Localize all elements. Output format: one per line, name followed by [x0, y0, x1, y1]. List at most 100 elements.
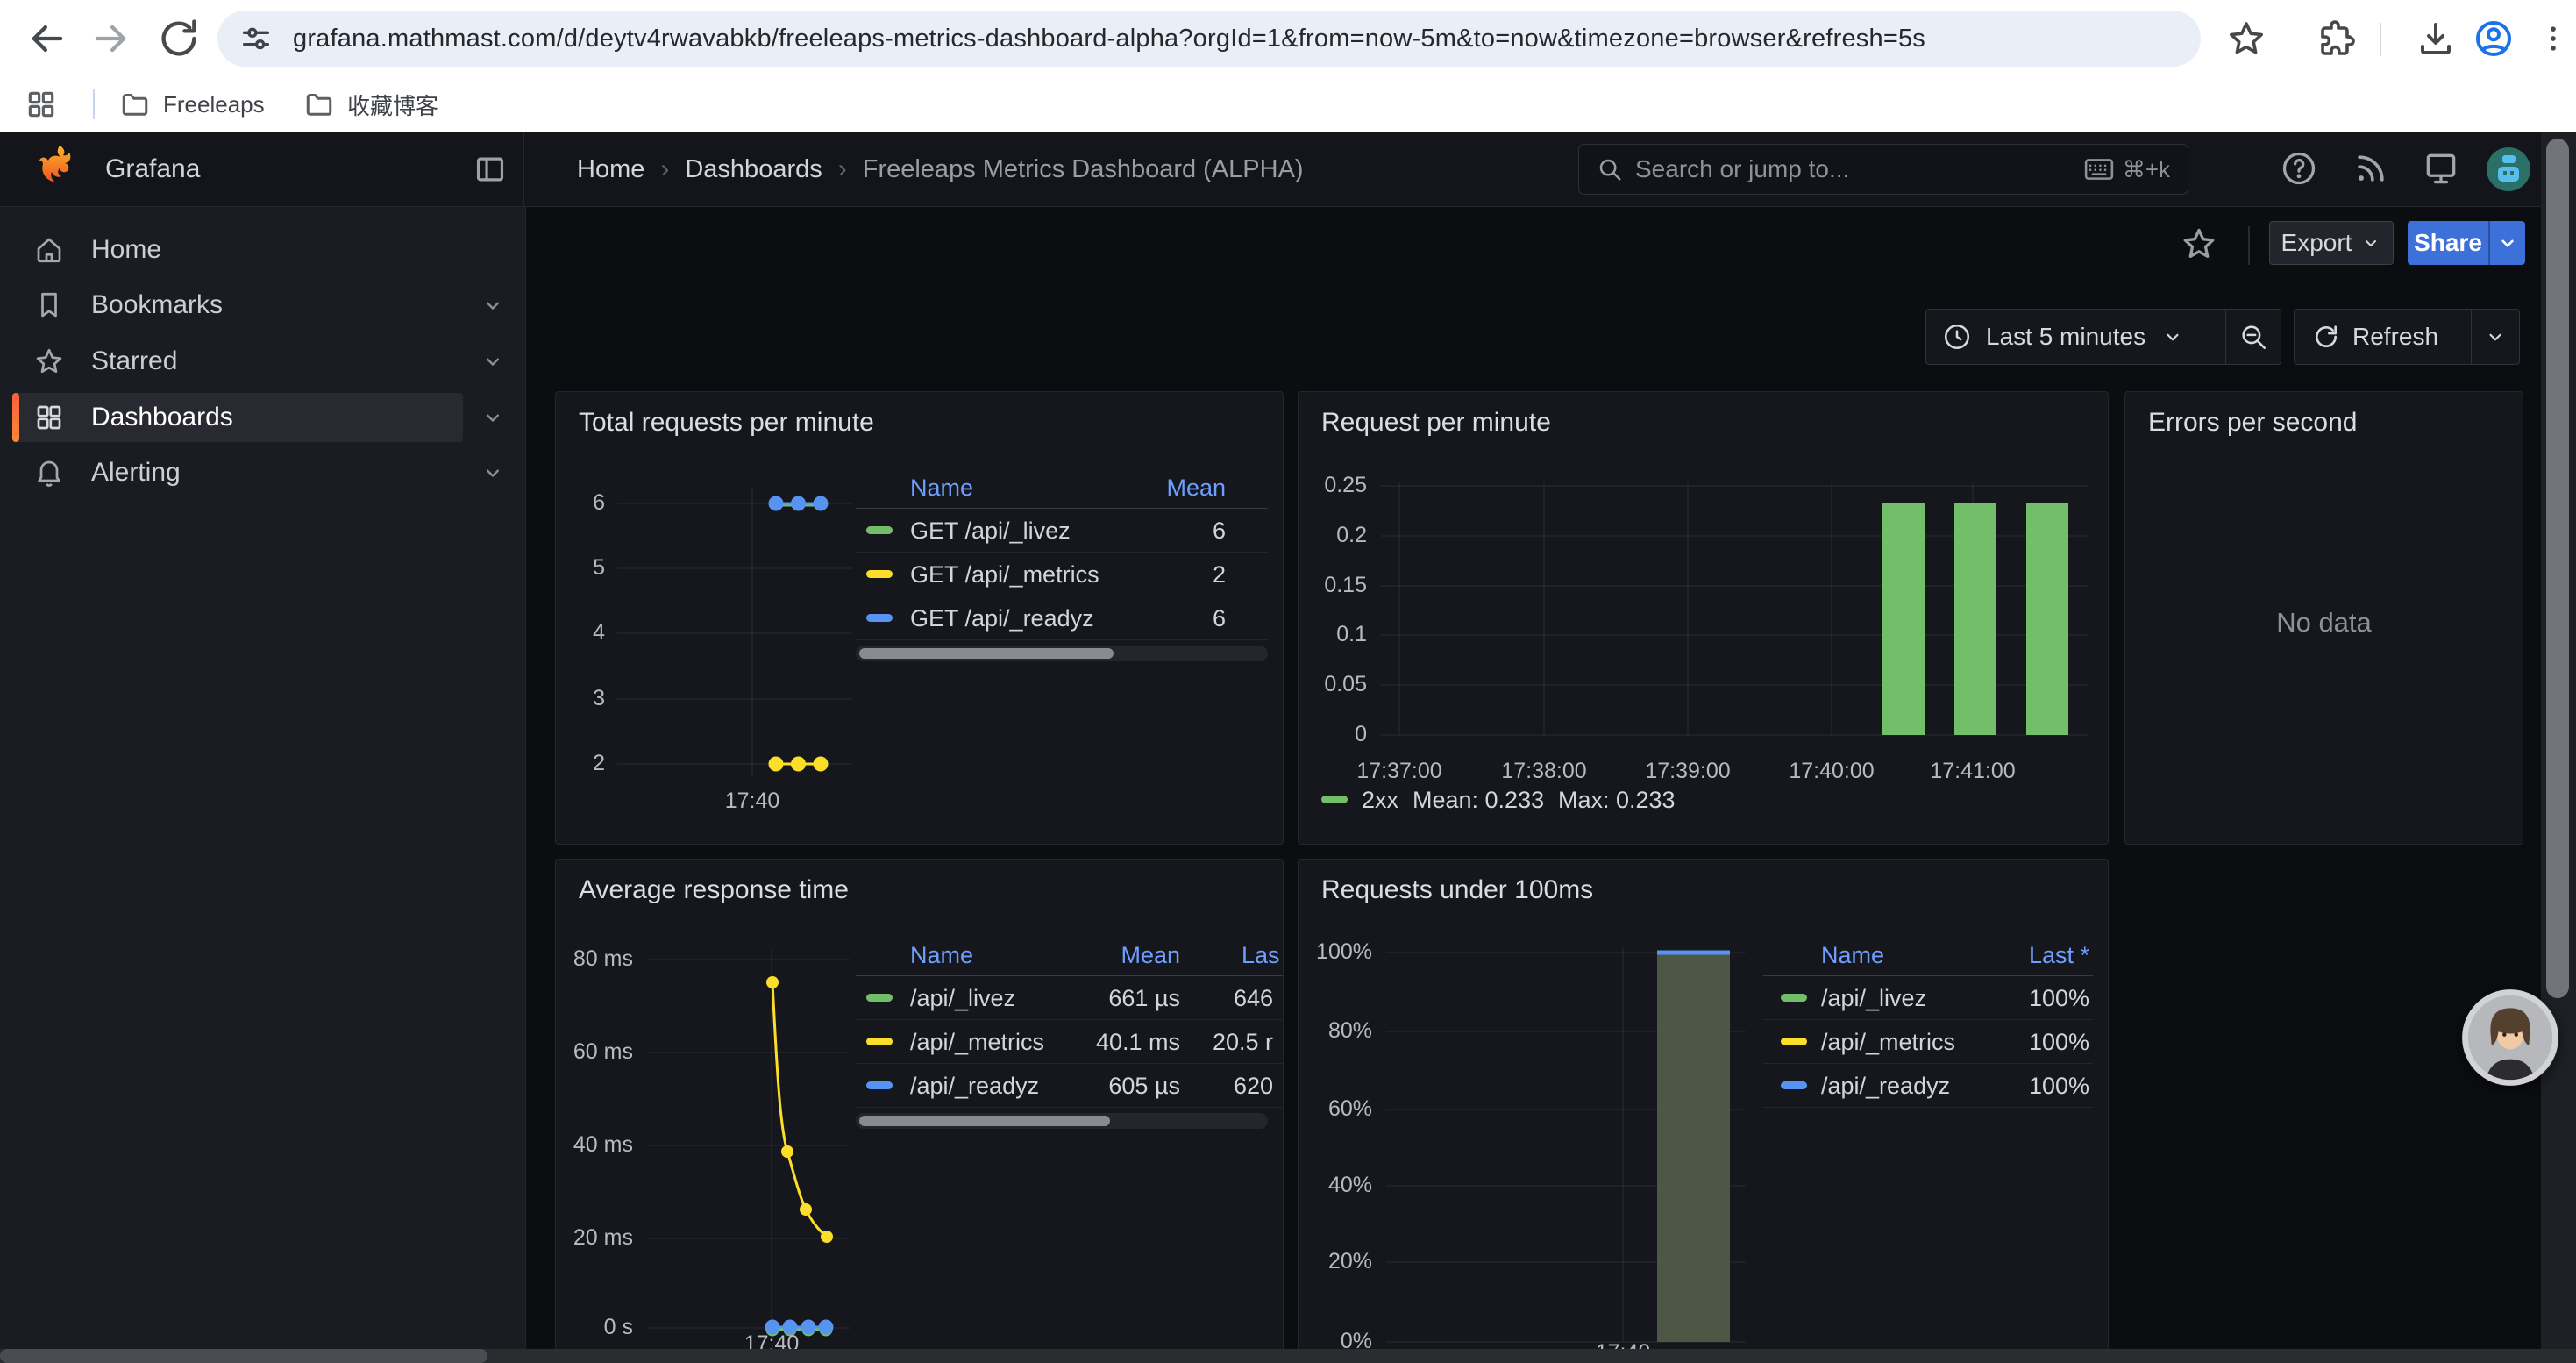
browser-back-icon[interactable]: [25, 16, 70, 61]
chevron-down-icon[interactable]: [2161, 325, 2184, 348]
legend-row[interactable]: /api/_metrics 40.1 ms 20.5 r: [856, 1020, 1284, 1064]
legend-scrollbar-thumb[interactable]: [859, 648, 1114, 659]
requests-bar-plot[interactable]: [1381, 476, 2093, 750]
grafana-brand[interactable]: Grafana: [105, 132, 200, 207]
refresh-label[interactable]: Refresh: [2352, 323, 2438, 351]
column-mean[interactable]: Mean: [1166, 475, 1226, 502]
y-tick: 20 ms: [556, 1225, 633, 1251]
sidebar-toggle-icon[interactable]: [473, 153, 507, 186]
sidebar-item-bookmarks[interactable]: Bookmarks: [0, 281, 525, 330]
breadcrumb: Home › Dashboards › Freeleaps Metrics Da…: [577, 132, 1304, 207]
apps-grid-icon[interactable]: [25, 88, 58, 121]
chevron-down-icon[interactable]: [480, 349, 505, 374]
panel-title[interactable]: Errors per second: [2148, 408, 2357, 438]
y-tick: 60%: [1299, 1096, 1372, 1122]
floating-assistant-avatar[interactable]: [2461, 988, 2559, 1087]
under-100ms-bar-plot[interactable]: [1384, 938, 1748, 1355]
share-menu-chevron-icon[interactable]: [2488, 221, 2525, 265]
panel-title[interactable]: Request per minute: [1321, 408, 1551, 438]
panel-title[interactable]: Total requests per minute: [579, 408, 874, 438]
bookmark-folder-freeleaps[interactable]: Freeleaps: [119, 77, 265, 132]
refresh-interval-chevron-icon[interactable]: [2472, 325, 2519, 348]
breadcrumb-home[interactable]: Home: [577, 155, 644, 184]
panel-title[interactable]: Requests under 100ms: [1321, 875, 1593, 905]
column-name[interactable]: Name: [910, 475, 973, 502]
page-scrollbar-thumb[interactable]: [2546, 139, 2569, 998]
column-last[interactable]: Las: [1242, 942, 1280, 969]
legend-row[interactable]: /api/_livez 661 µs 646: [856, 976, 1284, 1020]
series-name[interactable]: GET /api/_livez: [910, 517, 1071, 545]
legend-scrollbar-thumb[interactable]: [859, 1116, 1110, 1126]
legend-row[interactable]: /api/_livez 100%: [1763, 976, 2093, 1020]
sidebar-item-starred[interactable]: Starred: [0, 337, 525, 386]
legend-row[interactable]: /api/_readyz 605 µs 620: [856, 1064, 1284, 1108]
legend-row[interactable]: GET /api/_livez 6: [856, 509, 1268, 553]
breadcrumb-dashboards[interactable]: Dashboards: [685, 155, 822, 184]
share-button[interactable]: Share: [2408, 221, 2488, 265]
column-name[interactable]: Name: [1821, 942, 1884, 969]
monitor-icon[interactable]: [2422, 149, 2460, 188]
column-mean[interactable]: Mean: [1049, 942, 1180, 969]
user-avatar[interactable]: [2487, 147, 2530, 191]
x-tick: 17:37:00: [1338, 759, 1461, 784]
y-tick: 0 s: [556, 1315, 633, 1340]
grafana-logo-icon[interactable]: [35, 144, 84, 193]
sidebar-item-label: Dashboards: [91, 393, 233, 442]
time-range-label[interactable]: Last 5 minutes: [1986, 323, 2145, 351]
sidebar-item-home[interactable]: Home: [0, 225, 525, 275]
chevron-down-icon[interactable]: [480, 293, 505, 318]
favorite-dashboard-star-icon[interactable]: [2180, 225, 2218, 263]
series-name[interactable]: /api/_livez: [1821, 985, 1926, 1012]
column-name[interactable]: Name: [910, 942, 973, 969]
column-last[interactable]: Last *: [2029, 942, 2089, 969]
legend-scrollbar[interactable]: [856, 646, 1268, 661]
browser-reload-icon[interactable]: [156, 16, 202, 61]
panel-errors-per-second: Errors per second No data: [2124, 391, 2523, 845]
y-tick: 40%: [1299, 1173, 1372, 1198]
series-name[interactable]: /api/_metrics: [1821, 1029, 1955, 1056]
series-name[interactable]: 2xx: [1362, 787, 1398, 814]
folder-icon: [303, 89, 335, 120]
address-bar[interactable]: grafana.mathmast.com/d/deytv4rwavabkb/fr…: [217, 11, 2201, 67]
x-tick: 17:41:00: [1911, 759, 2034, 784]
legend-row[interactable]: GET /api/_readyz 6: [856, 596, 1268, 640]
download-icon[interactable]: [2415, 18, 2457, 60]
folder-icon: [119, 89, 151, 120]
series-name[interactable]: GET /api/_readyz: [910, 605, 1094, 632]
bookmark-star-icon[interactable]: [2225, 18, 2267, 60]
site-settings-icon[interactable]: [238, 21, 274, 56]
help-icon[interactable]: [2280, 149, 2318, 188]
chevron-down-icon[interactable]: [480, 405, 505, 430]
series-name[interactable]: /api/_livez: [910, 985, 1015, 1012]
extensions-icon[interactable]: [2315, 18, 2357, 60]
zoom-out-icon[interactable]: [2226, 322, 2281, 352]
requests-line-plot[interactable]: [614, 478, 856, 787]
series-name[interactable]: /api/_readyz: [910, 1073, 1039, 1100]
response-time-line-plot[interactable]: [644, 940, 854, 1352]
url-text[interactable]: grafana.mathmast.com/d/deytv4rwavabkb/fr…: [293, 25, 1925, 54]
series-swatch: [1781, 1038, 1807, 1045]
toolbar-divider: [2248, 226, 2250, 265]
browser-menu-icon[interactable]: [2536, 18, 2571, 60]
bookmark-folder-blogs[interactable]: 收藏博客: [303, 77, 438, 132]
series-name[interactable]: /api/_metrics: [910, 1029, 1044, 1056]
profile-icon[interactable]: [2473, 18, 2515, 60]
export-button[interactable]: Export: [2269, 221, 2394, 265]
legend-row[interactable]: /api/_readyz 100%: [1763, 1064, 2093, 1108]
series-name[interactable]: GET /api/_metrics: [910, 561, 1099, 589]
news-rss-icon[interactable]: [2352, 149, 2390, 188]
sidebar-item-alerting[interactable]: Alerting: [0, 448, 525, 497]
series-name[interactable]: /api/_readyz: [1821, 1073, 1950, 1100]
series-swatch: [1321, 796, 1348, 803]
chevron-down-icon[interactable]: [480, 460, 505, 485]
legend-row[interactable]: /api/_metrics 100%: [1763, 1020, 2093, 1064]
series-last: 100%: [2029, 985, 2089, 1012]
sidebar-item-dashboards[interactable]: Dashboards: [0, 393, 525, 442]
search-input[interactable]: Search or jump to... ⌘+k: [1578, 144, 2188, 195]
horizontal-scrollbar-thumb[interactable]: [0, 1349, 487, 1363]
legend-scrollbar[interactable]: [856, 1113, 1268, 1129]
legend-table: Name Mean Las /api/_livez 661 µs 646 /ap…: [856, 935, 1284, 1129]
panel-title[interactable]: Average response time: [579, 875, 849, 905]
browser-forward-icon[interactable]: [88, 16, 133, 61]
legend-row[interactable]: GET /api/_metrics 2: [856, 553, 1268, 596]
